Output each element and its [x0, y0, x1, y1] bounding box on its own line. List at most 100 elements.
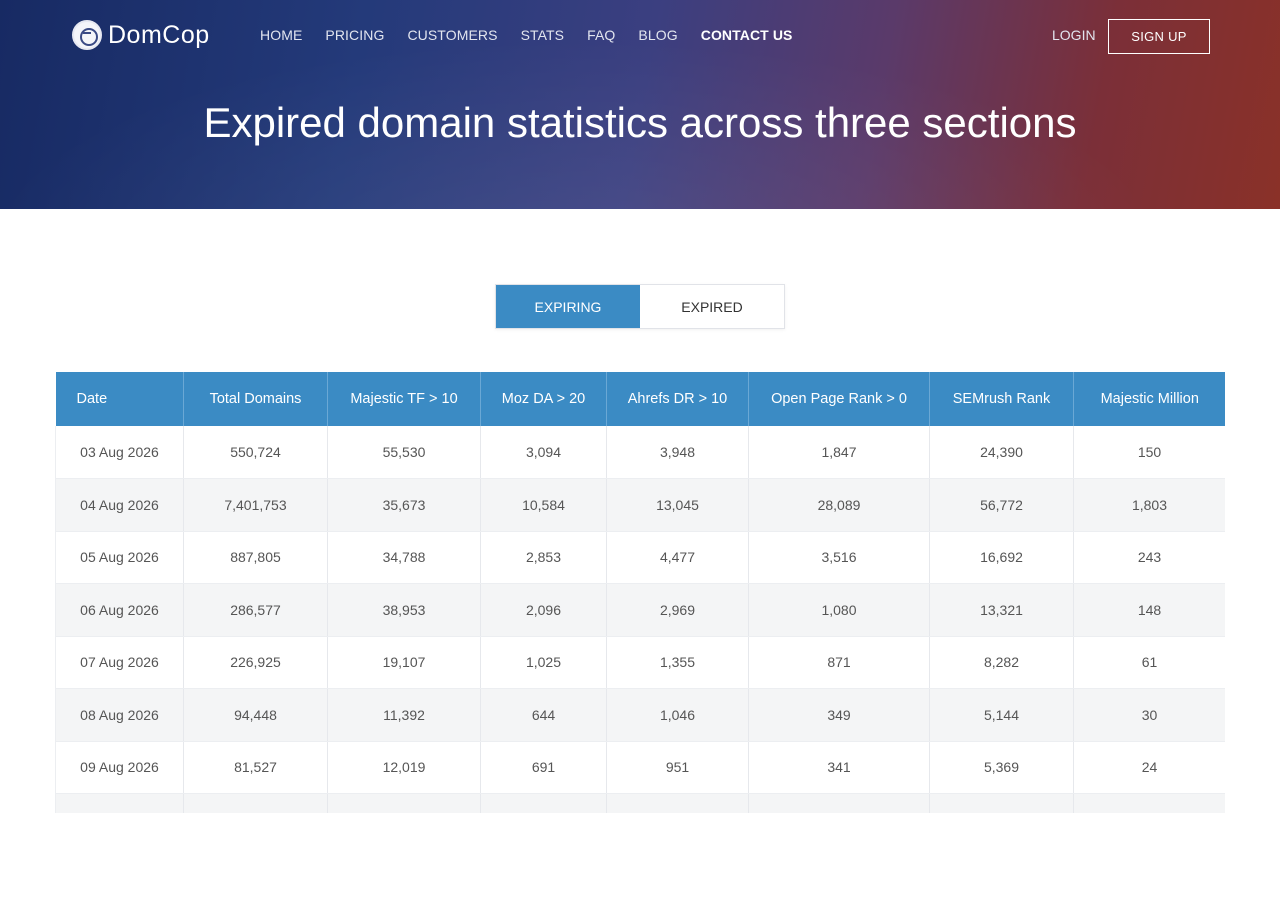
nav-blog[interactable]: BLOG	[638, 26, 677, 44]
table-row	[55, 793, 1225, 813]
table-cell: 5,369	[929, 741, 1074, 794]
table-cell: 1,046	[606, 688, 749, 742]
table-cell: 13,045	[606, 478, 749, 532]
table-cell	[606, 793, 749, 813]
table-cell: 5,144	[929, 688, 1074, 742]
stats-table: Date Total Domains Majestic TF > 10 Moz …	[55, 372, 1225, 813]
table-cell: 1,025	[480, 636, 607, 689]
table-cell: 24	[1073, 741, 1225, 794]
table-cell: 05 Aug 2026	[55, 531, 184, 584]
table-cell: 1,847	[748, 426, 930, 479]
table-cell: 1,803	[1073, 478, 1225, 532]
table-cell: 3,094	[480, 426, 607, 479]
nav-pricing[interactable]: PRICING	[325, 26, 384, 44]
table-cell: 691	[480, 741, 607, 794]
table-cell: 349	[748, 688, 930, 742]
nav-faq[interactable]: FAQ	[587, 26, 615, 44]
table-cell: 81,527	[183, 741, 328, 794]
table-cell: 150	[1073, 426, 1225, 479]
column-header-majestic-tf[interactable]: Majestic TF > 10	[327, 372, 481, 426]
table-cell: 3,516	[748, 531, 930, 584]
table-cell: 148	[1073, 583, 1225, 637]
table-cell: 30	[1073, 688, 1225, 742]
tab-expired[interactable]: EXPIRED	[640, 285, 784, 328]
table-cell: 226,925	[183, 636, 328, 689]
table-cell	[480, 793, 607, 813]
column-header-open-page-rank[interactable]: Open Page Rank > 0	[748, 372, 930, 426]
section-toggle: EXPIRING EXPIRED	[495, 284, 785, 329]
table-row: 08 Aug 2026 94,448 11,392 644 1,046 349 5,144 3…	[55, 688, 1225, 742]
tab-expiring[interactable]: EXPIRING	[496, 285, 640, 328]
table-cell: 07 Aug 2026	[55, 636, 184, 689]
table-cell: 887,805	[183, 531, 328, 584]
table-cell: 56,772	[929, 478, 1074, 532]
table-cell: 7,401,753	[183, 478, 328, 532]
table-cell	[929, 793, 1074, 813]
table-cell: 8,282	[929, 636, 1074, 689]
table-cell	[748, 793, 930, 813]
table-cell	[55, 793, 184, 813]
table-cell: 550,724	[183, 426, 328, 479]
table-cell: 12,019	[327, 741, 481, 794]
domcop-logo-icon	[72, 20, 102, 50]
table-cell: 35,673	[327, 478, 481, 532]
table-cell: 3,948	[606, 426, 749, 479]
table-cell: 13,321	[929, 583, 1074, 637]
table-cell: 34,788	[327, 531, 481, 584]
logo[interactable]: DomCop	[72, 20, 210, 50]
table-cell: 19,107	[327, 636, 481, 689]
logo-text: DomCop	[108, 20, 210, 49]
table-cell: 24,390	[929, 426, 1074, 479]
table-cell: 94,448	[183, 688, 328, 742]
page-title: Expired domain statistics across three s…	[203, 99, 1077, 146]
table-cell	[183, 793, 328, 813]
table-cell: 286,577	[183, 583, 328, 637]
table-cell: 10,584	[480, 478, 607, 532]
nav-stats[interactable]: STATS	[521, 26, 565, 44]
nav-home[interactable]: HOME	[260, 26, 302, 44]
column-header-ahrefs-dr[interactable]: Ahrefs DR > 10	[606, 372, 749, 426]
login-link[interactable]: LOGIN	[1052, 26, 1096, 44]
table-cell: 871	[748, 636, 930, 689]
table-cell: 04 Aug 2026	[55, 478, 184, 532]
table-cell: 1,080	[748, 583, 930, 637]
nav-customers[interactable]: CUSTOMERS	[407, 26, 497, 44]
column-header-moz-da[interactable]: Moz DA > 20	[480, 372, 607, 426]
table-cell: 243	[1073, 531, 1225, 584]
hero-banner: DomCop HOME PRICING CUSTOMERS STATS FAQ …	[0, 0, 1280, 209]
table-row: 09 Aug 2026 81,527 12,019 691 951 341 5,369 24	[55, 741, 1225, 794]
table-cell: 644	[480, 688, 607, 742]
column-header-total-domains[interactable]: Total Domains	[183, 372, 328, 426]
table-cell	[1073, 793, 1225, 813]
table-cell: 4,477	[606, 531, 749, 584]
table-cell: 03 Aug 2026	[55, 426, 184, 479]
table-row: 04 Aug 2026 7,401,753 35,673 10,584 13,045 28…	[55, 478, 1225, 532]
table-cell: 1,355	[606, 636, 749, 689]
table-body: 03 Aug 2026 550,724 55,530 3,094 3,948 1,847 2…	[55, 426, 1225, 813]
table-cell: 951	[606, 741, 749, 794]
signup-button[interactable]: SIGN UP	[1108, 19, 1210, 54]
table-cell: 09 Aug 2026	[55, 741, 184, 794]
table-row: 06 Aug 2026 286,577 38,953 2,096 2,969 1,080 1…	[55, 583, 1225, 637]
stats-table-container[interactable]: Date Total Domains Majestic TF > 10 Moz …	[55, 372, 1225, 813]
column-header-majestic-million[interactable]: Majestic Million	[1073, 372, 1225, 426]
table-cell: 06 Aug 2026	[55, 583, 184, 637]
column-header-date[interactable]: Date	[55, 372, 184, 426]
table-cell: 38,953	[327, 583, 481, 637]
table-cell: 55,530	[327, 426, 481, 479]
table-cell: 61	[1073, 636, 1225, 689]
table-cell: 2,969	[606, 583, 749, 637]
nav-contact-us[interactable]: CONTACT US	[701, 26, 793, 44]
table-cell: 28,089	[748, 478, 930, 532]
table-row: 03 Aug 2026 550,724 55,530 3,094 3,948 1,847 2…	[55, 426, 1225, 479]
table-cell: 11,392	[327, 688, 481, 742]
table-cell: 16,692	[929, 531, 1074, 584]
table-cell: 2,853	[480, 531, 607, 584]
table-cell: 341	[748, 741, 930, 794]
table-row: 05 Aug 2026 887,805 34,788 2,853 4,477 3,516 1…	[55, 531, 1225, 584]
table-header-row: Date Total Domains Majestic TF > 10 Moz …	[55, 372, 1225, 426]
table-cell	[327, 793, 481, 813]
table-cell: 08 Aug 2026	[55, 688, 184, 742]
table-cell: 2,096	[480, 583, 607, 637]
column-header-semrush-rank[interactable]: SEMrush Rank	[929, 372, 1074, 426]
